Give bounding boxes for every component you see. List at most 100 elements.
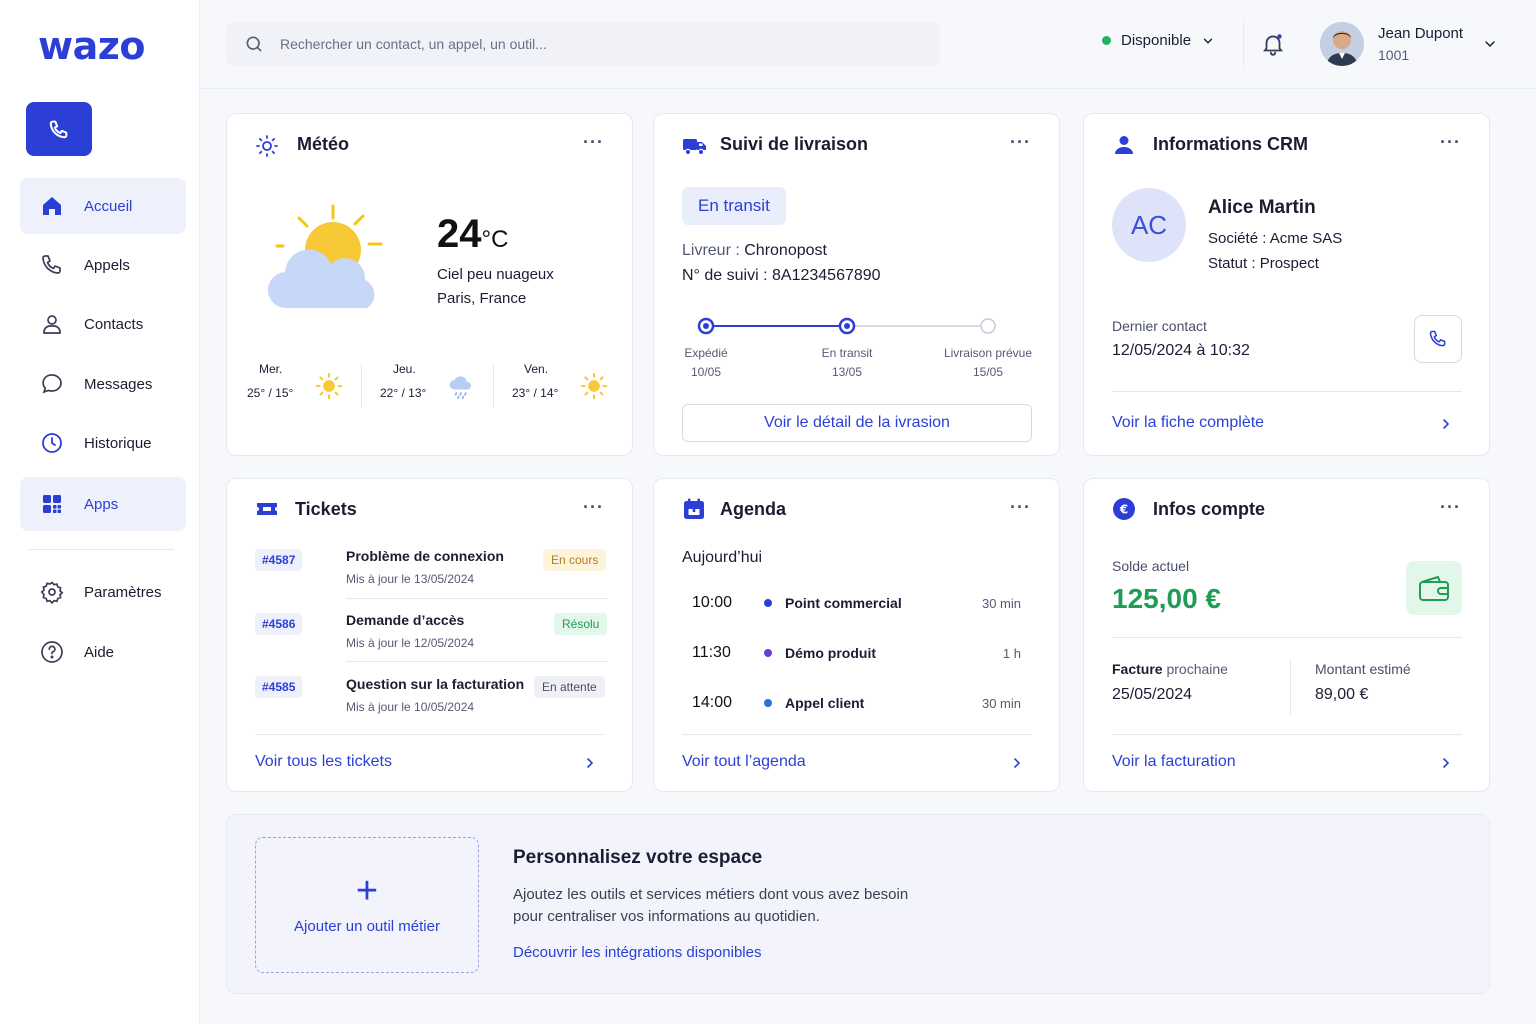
add-tool-button[interactable]: + Ajouter un outil métier xyxy=(255,837,479,973)
sidebar-item-apps[interactable]: Apps xyxy=(20,477,186,531)
chevron-right-icon[interactable] xyxy=(582,755,598,771)
event-title: Appel client xyxy=(785,695,865,711)
divider xyxy=(1112,734,1462,735)
more-options-button[interactable]: ··· xyxy=(1440,132,1461,153)
event-time: 14:00 xyxy=(692,694,733,711)
card-title: Informations CRM xyxy=(1153,134,1308,154)
card-title: Suivi de livraison xyxy=(720,134,869,154)
account-card: € Infos compte ··· Solde actuel 125,00 €… xyxy=(1083,478,1490,792)
event-time: 10:00 xyxy=(692,594,733,611)
event-title: Démo produit xyxy=(785,645,876,661)
delivery-card: Suivi de livraison ··· En transit Livreu… xyxy=(653,113,1060,456)
sidebar-item-accueil[interactable]: Accueil xyxy=(20,178,186,234)
sidebar-item-messages[interactable]: Messages xyxy=(20,356,186,412)
user-name[interactable]: Jean Dupont xyxy=(1378,25,1463,42)
estimate-label: Montant estimé xyxy=(1315,661,1411,677)
sidebar-item-parametres[interactable]: Paramètres xyxy=(20,564,186,620)
sidebar-item-appels[interactable]: Appels xyxy=(20,237,186,293)
crm-full-record-link[interactable]: Voir la fiche complète xyxy=(1112,414,1264,432)
partly-cloudy-icon xyxy=(267,204,383,309)
sidebar-item-label: Messages xyxy=(84,375,153,393)
divider xyxy=(255,734,605,735)
home-icon xyxy=(43,197,61,215)
tracking-line: N° de suivi : 8A1234567890 xyxy=(682,267,881,284)
billing-link[interactable]: Voir la facturation xyxy=(1112,753,1236,771)
notifications-button[interactable] xyxy=(1260,31,1286,62)
new-call-button[interactable] xyxy=(26,102,92,156)
banner-title: Personnalisez votre espace xyxy=(513,847,763,868)
phone-icon xyxy=(1429,330,1446,347)
more-options-button[interactable]: ··· xyxy=(583,497,604,518)
chevron-down-icon xyxy=(1203,38,1213,44)
sidebar-item-label: Apps xyxy=(84,495,119,513)
call-contact-button[interactable] xyxy=(1414,315,1462,363)
add-tool-label: Ajouter un outil métier xyxy=(294,917,440,935)
availability-selector[interactable]: Disponible xyxy=(1102,32,1215,49)
header-divider xyxy=(200,88,1536,89)
search-bar[interactable] xyxy=(226,22,940,66)
calendar-icon xyxy=(684,498,704,519)
weather-condition: Ciel peu nuageux xyxy=(437,266,554,283)
search-input[interactable] xyxy=(280,36,880,52)
user-menu-toggle[interactable] xyxy=(1482,36,1498,57)
crm-card: Informations CRM ··· AC Alice Martin Soc… xyxy=(1083,113,1490,456)
card-title: Météo xyxy=(297,134,350,154)
chevron-right-icon[interactable] xyxy=(1009,755,1025,771)
weather-card: Météo ··· 24°C Ciel peu nuageux Paris, F… xyxy=(226,113,633,456)
rain-cloud-icon xyxy=(449,376,471,400)
avatar[interactable] xyxy=(1320,22,1364,66)
tickets-card: Tickets ··· #4587 Problème de connexion … xyxy=(226,478,633,792)
phone-icon xyxy=(42,255,61,274)
sidebar-item-contacts[interactable]: Contacts xyxy=(20,296,186,352)
wazo-logo[interactable]: wazo xyxy=(38,24,145,68)
card-title: Agenda xyxy=(720,499,787,519)
status-badge: En cours xyxy=(543,549,607,571)
svg-text:€: € xyxy=(1119,503,1128,517)
more-options-button[interactable]: ··· xyxy=(1010,132,1031,153)
all-tickets-link[interactable]: Voir tous les tickets xyxy=(255,753,392,771)
chevron-right-icon[interactable] xyxy=(1438,416,1454,432)
divider xyxy=(1112,391,1462,392)
chat-bubble-icon xyxy=(42,374,62,394)
gear-icon xyxy=(40,581,64,604)
more-options-button[interactable]: ··· xyxy=(583,132,604,153)
next-invoice-label: Facture prochaine xyxy=(1112,661,1228,677)
step-label: Expédié 10/05 xyxy=(684,346,728,379)
user-extension: 1001 xyxy=(1378,47,1410,63)
forecast-temps: 23° / 14° xyxy=(512,386,559,400)
step-label: Livraison prévue 15/05 xyxy=(943,346,1033,379)
divider xyxy=(346,598,608,599)
euro-icon: € xyxy=(1113,498,1135,520)
balance-value: 125,00 € xyxy=(1112,583,1221,614)
forecast-temps: 25° / 15° xyxy=(247,386,294,400)
status-badge: En transit xyxy=(682,187,786,225)
more-options-button[interactable]: ··· xyxy=(1010,497,1031,518)
sidebar-item-historique[interactable]: Historique xyxy=(20,415,186,471)
full-agenda-link[interactable]: Voir tout l’agenda xyxy=(682,753,806,771)
forecast-divider xyxy=(493,364,494,408)
sidebar-item-aide[interactable]: Aide xyxy=(20,624,186,680)
sidebar-item-label: Appels xyxy=(84,256,130,274)
forecast-day-name: Mer. xyxy=(259,362,283,376)
sidebar-item-label: Historique xyxy=(84,434,152,452)
more-options-button[interactable]: ··· xyxy=(1440,497,1461,518)
search-icon xyxy=(246,36,262,52)
sidebar-item-label: Aide xyxy=(84,643,115,661)
sun-icon xyxy=(315,372,343,400)
contact-company: Société : Acme SAS xyxy=(1208,230,1343,247)
wallet-badge xyxy=(1406,561,1462,615)
clock-icon xyxy=(42,433,62,453)
contact-avatar: AC xyxy=(1112,188,1186,262)
forecast-day-name: Ven. xyxy=(524,362,549,376)
card-title: Infos compte xyxy=(1153,499,1266,519)
sidebar: wazo Accueil Appels Contacts Messages Hi… xyxy=(0,0,200,1024)
event-duration: 30 min xyxy=(981,596,1021,611)
forecast-day-name: Jeu. xyxy=(393,362,416,376)
event-dot xyxy=(764,599,772,607)
integrations-link[interactable]: Découvrir les intégrations disponibles xyxy=(513,944,761,961)
event-dot xyxy=(764,699,772,707)
header-divider xyxy=(1243,22,1244,66)
chevron-right-icon[interactable] xyxy=(1438,755,1454,771)
apps-grid-icon xyxy=(43,495,61,513)
delivery-detail-button[interactable]: Voir le détail de la ivrasion xyxy=(682,404,1032,442)
